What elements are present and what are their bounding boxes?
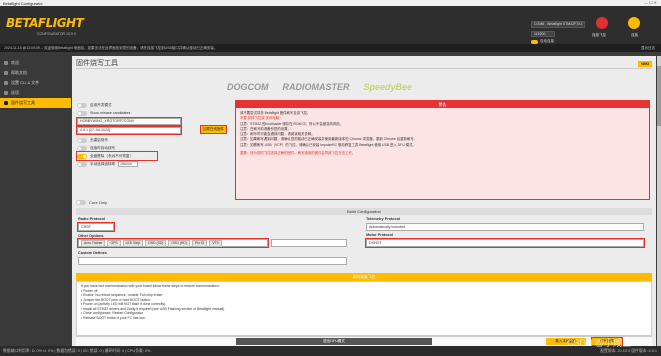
core-only-toggle[interactable]	[76, 200, 86, 205]
option-no-reboot[interactable]: 无重启烧写	[77, 136, 190, 144]
log-bar: 2024-11-15 @13:09:09 -- 欢迎使用Betaflight 地…	[0, 44, 661, 52]
wiki-button[interactable]: WIKI	[638, 61, 652, 67]
board-select[interactable]: HOBBYWING_XROTORF7CONV	[76, 117, 182, 126]
main-scrollbar[interactable]	[657, 56, 661, 346]
sponsor-logo[interactable]: SpeedyBee	[364, 82, 413, 92]
other-options-select[interactable]: Acro Trainer GPS LED Strip OSD (SD) OSD (HD)…	[77, 238, 269, 248]
warning-line: 注意：如需刷写 USB（VCP）的飞控，请确认已安装 ImpulseRC 驱动修…	[240, 142, 416, 147]
sidebar-item-label: 设置 CLI & 文件	[11, 80, 40, 85]
main-content: 固件烧写工具 WIKI DOGCOM RADIOMASTER SpeedyBee…	[72, 56, 656, 346]
chip-icon	[4, 101, 8, 105]
wizard-label: 连接	[631, 33, 638, 37]
option-label: Show release candidates	[90, 111, 131, 115]
option-chip[interactable]: LED Strip	[122, 240, 144, 247]
option-chip[interactable]: GPS	[107, 240, 121, 247]
manual-baud-toggle[interactable]	[77, 161, 87, 167]
connect-button[interactable]	[596, 17, 608, 29]
option-dev-mode[interactable]: 启用开发模式	[77, 101, 190, 109]
page-title: 固件烧写工具	[76, 60, 118, 67]
option-chip[interactable]: VTX	[209, 240, 222, 247]
recovery-body: If you have lost communication with your…	[76, 281, 652, 336]
core-only-label: Core Only	[89, 200, 108, 205]
custom-defines-label: Custom Defines	[78, 251, 107, 255]
sidebar-item-firmware-flasher[interactable]: 固件烧写工具	[0, 98, 71, 108]
sidebar-item-docs[interactable]: 帮助文档	[0, 68, 71, 78]
wizard-button[interactable]	[628, 17, 640, 29]
sponsor-logo[interactable]: DOGCOM	[227, 82, 269, 92]
exit-dfu-button[interactable]: 退出DFU模式	[236, 338, 432, 345]
baud-select[interactable]: 115200	[531, 31, 555, 37]
recovery-header: 如何恢复飞控	[76, 273, 652, 281]
motor-protocol-select[interactable]: DSHOT	[365, 238, 645, 248]
home-icon	[4, 61, 8, 65]
warning-title: 警告	[236, 101, 649, 108]
option-chip[interactable]: Acro Trainer	[81, 240, 106, 247]
radio-protocol-select[interactable]: CRSF	[77, 222, 115, 232]
core-only-option[interactable]: Core Only	[76, 200, 107, 205]
option-full-erase[interactable]: 全盘擦除（永远不可恢复）	[76, 151, 158, 161]
option-chip[interactable]: OSD (SD)	[145, 240, 167, 247]
scrollbar-thumb[interactable]	[657, 66, 661, 126]
sidebar: 欢迎 帮助文档 设置 CLI & 文件 选项 固件烧写工具	[0, 52, 71, 346]
option-label: 手动选择波特率	[90, 161, 116, 166]
option-manual-baud[interactable]: 手动选择波特率 256000	[77, 160, 190, 168]
book-icon	[4, 71, 8, 75]
option-chip[interactable]: OSD (HD)	[168, 240, 190, 247]
bottom-toolbar: 退出DFU模式 载入本地固件 烧写固件	[76, 336, 652, 346]
option-flash-on-connect[interactable]: 连接时自动烧写	[77, 144, 190, 152]
app-header: BETAFLIGHT CONFIGURATOR 10.9.0 COM8 - Be…	[0, 6, 661, 44]
no-reboot-toggle[interactable]	[77, 137, 87, 143]
manual-baud-select[interactable]: 256000	[118, 161, 139, 167]
connect-label: 连接飞控	[592, 33, 606, 37]
status-bar: 数据端口利用率: D: 0% U: 0% | 数据包错误: 0 | I2C 错误…	[0, 346, 661, 356]
option-chip[interactable]: Pin IO	[191, 240, 208, 247]
release-candidates-toggle[interactable]	[77, 110, 87, 116]
status-stats: 数据端口利用率: D: 0% U: 0% | 数据包错误: 0 | I2C 错误…	[3, 349, 151, 353]
recovery-line: • Release BOOT button if your FC has one…	[81, 315, 147, 320]
app-logo: BETAFLIGHT	[6, 16, 84, 30]
title-divider	[76, 68, 652, 69]
terminal-icon	[4, 81, 8, 85]
option-label: 连接时自动烧写	[90, 145, 116, 150]
show-log-link[interactable]: 显示日志	[641, 44, 655, 52]
telemetry-protocol-select[interactable]: Automatically Included	[366, 223, 644, 231]
other-options-extra[interactable]	[271, 239, 347, 247]
option-label: 无重启烧写	[90, 137, 108, 142]
option-label: 启用开发模式	[90, 102, 112, 107]
custom-defines-input[interactable]	[78, 257, 347, 265]
build-config-header: Build Configuration	[76, 208, 652, 215]
sidebar-item-label: 欢迎	[11, 60, 19, 65]
warning-box: 警告 请不要尝试将非 Betaflight 固件刷写至该飞控。 不要 拔掉飞控或…	[235, 100, 650, 200]
port-select[interactable]: COM8 - Betaflight STM32F7X2	[531, 21, 585, 28]
dev-mode-toggle[interactable]	[77, 102, 87, 108]
auto-connect-switch[interactable]	[531, 39, 538, 44]
full-erase-toggle[interactable]	[77, 153, 87, 159]
load-online-button[interactable]: 加载在线固件	[200, 125, 227, 134]
log-text: 2024-11-15 @13:09:09 -- 欢迎使用Betaflight 地…	[4, 46, 218, 50]
window-title: Betaflight Configurator	[3, 0, 43, 6]
flash-options-panel: 启用开发模式 Show release candidates HOBBYWING…	[76, 101, 190, 201]
warning-line: 重要：请为您的飞控选择正确的固件。刷写错误的固件会导致飞控无法工作。	[240, 151, 356, 156]
other-options-label: Other Options	[78, 234, 104, 238]
option-label: 全盘擦除（永远不可恢复）	[90, 153, 134, 158]
sidebar-item-label: 固件烧写工具	[11, 100, 35, 105]
sponsor-logos: DOGCOM RADIOMASTER SpeedyBee	[227, 82, 412, 92]
flash-on-connect-toggle[interactable]	[77, 145, 87, 151]
version-select[interactable]: 4.5.1 [27-Jul-2024]	[76, 126, 182, 135]
sidebar-item-options[interactable]: 选项	[0, 88, 71, 98]
app-version: CONFIGURATOR 10.9.0	[37, 32, 76, 36]
window-controls[interactable]: — ☐ ✕	[644, 0, 657, 5]
sidebar-item-welcome[interactable]: 欢迎	[0, 58, 71, 68]
option-release-candidates[interactable]: Show release candidates	[77, 109, 190, 117]
telemetry-protocol-label: Telemetry Protocol	[366, 217, 401, 221]
motor-protocol-label: Motor Protocol	[366, 233, 393, 237]
warning-body: 请不要尝试将非 Betaflight 固件刷写至该飞控。 不要 拔掉飞控或 关闭…	[236, 108, 649, 159]
sidebar-item-label: 帮助文档	[11, 70, 27, 75]
sidebar-item-cli[interactable]: 设置 CLI & 文件	[0, 78, 71, 88]
sidebar-item-label: 选项	[11, 90, 19, 95]
gear-icon	[4, 91, 8, 95]
radio-protocol-label: Radio Protocol	[78, 217, 106, 221]
sponsor-logo[interactable]: RADIOMASTER	[283, 82, 350, 92]
watermark: CSDN @小咸鱼	[567, 338, 632, 348]
